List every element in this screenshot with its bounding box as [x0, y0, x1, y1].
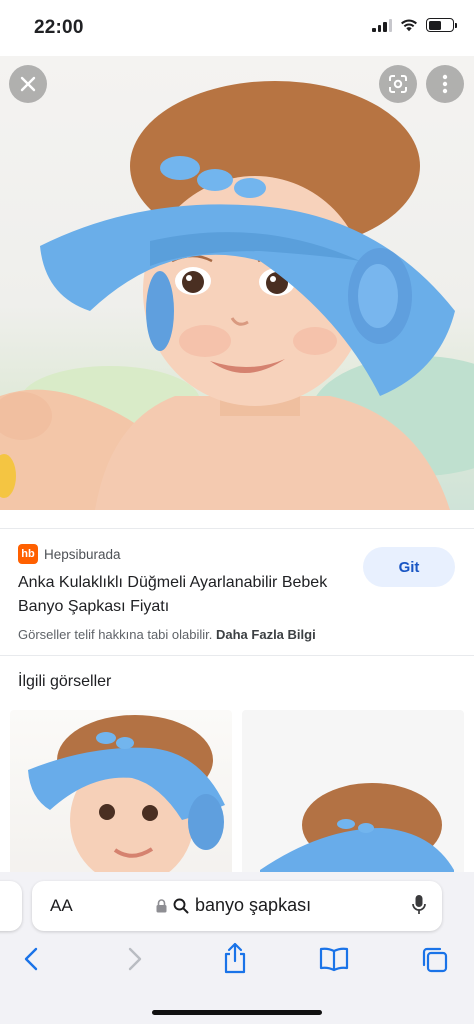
text-size-label: AA: [50, 896, 73, 915]
microphone-icon: [412, 895, 426, 914]
battery-icon: [426, 18, 457, 32]
home-indicator[interactable]: [152, 1010, 322, 1015]
copyright-notice: Görseller telif hakkına tabi olabilir. D…: [18, 627, 316, 642]
related-image-2[interactable]: [242, 710, 464, 885]
related-image-1[interactable]: [10, 710, 232, 885]
cellular-signal-icon: [372, 18, 392, 32]
close-icon: [20, 76, 36, 92]
source-row[interactable]: hb Hepsiburada: [18, 544, 121, 564]
copyright-text: Görseller telif hakkına tabi olabilir.: [18, 627, 213, 642]
more-options-button[interactable]: [426, 65, 464, 103]
result-title[interactable]: Anka Kulaklıklı Düğmeli Ayarlanabilir Be…: [18, 571, 358, 619]
share-button[interactable]: [222, 942, 248, 974]
back-button[interactable]: [22, 946, 42, 972]
learn-more-link[interactable]: Daha Fazla Bilgi: [216, 627, 316, 642]
google-lens-icon: [389, 75, 407, 93]
back-icon: [24, 947, 38, 971]
address-bar[interactable]: AA banyo şapkası: [32, 881, 442, 931]
main-image[interactable]: [0, 56, 474, 510]
related-photo-2: [260, 783, 454, 885]
url-display[interactable]: banyo şapkası: [156, 895, 311, 916]
status-icons: [372, 18, 457, 32]
forward-button[interactable]: [124, 946, 144, 972]
hepsiburada-logo: hb: [18, 544, 38, 564]
wifi-icon: [401, 19, 417, 32]
bookmarks-icon: [319, 947, 349, 972]
url-text: banyo şapkası: [195, 895, 312, 915]
close-button[interactable]: [9, 65, 47, 103]
browser-toolbar: AA banyo şapkası: [0, 872, 474, 1024]
related-photo-1: [28, 715, 225, 885]
status-bar: 22:00: [0, 0, 474, 56]
visit-button[interactable]: Git: [363, 547, 455, 587]
baby-bath-hat-photo: [0, 81, 474, 510]
previous-tab[interactable]: [0, 881, 22, 931]
tabs-icon: [422, 947, 448, 973]
search-icon: [173, 898, 189, 913]
status-time: 22:00: [34, 17, 84, 38]
forward-icon: [128, 947, 142, 971]
related-images-heading: İlgili görseller: [18, 673, 112, 690]
divider: [0, 655, 474, 656]
source-name: Hepsiburada: [44, 546, 121, 562]
bookmarks-button[interactable]: [319, 946, 349, 972]
more-vertical-icon: [442, 74, 448, 94]
divider: [0, 528, 474, 529]
share-icon: [224, 942, 246, 974]
lock-icon: [156, 898, 167, 912]
lens-button[interactable]: [379, 65, 417, 103]
microphone-button[interactable]: [412, 894, 426, 921]
tabs-button[interactable]: [421, 946, 449, 974]
text-size-button[interactable]: AA: [50, 896, 73, 916]
